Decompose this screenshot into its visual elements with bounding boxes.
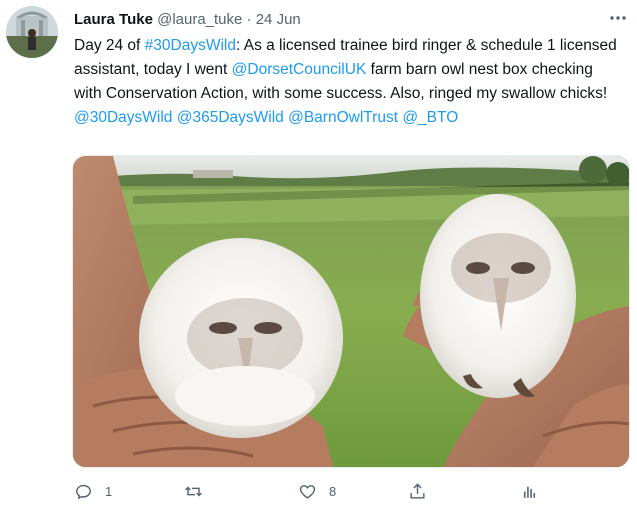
like-button[interactable]: 8 bbox=[298, 474, 336, 508]
tweet-text: Day 24 of #30DaysWild: As a licensed tra… bbox=[74, 34, 622, 130]
more-horizontal-icon[interactable] bbox=[606, 6, 630, 30]
tweet: Laura Tuke @laura_tuke · 24 Jun Day 24 o… bbox=[0, 0, 637, 509]
share-button[interactable] bbox=[408, 474, 427, 508]
tweet-date[interactable]: 24 Jun bbox=[256, 11, 301, 28]
author-handle[interactable]: @laura_tuke bbox=[157, 11, 242, 28]
retweet-icon bbox=[185, 486, 202, 496]
author-avatar[interactable] bbox=[6, 6, 58, 58]
mention-link[interactable]: @BarnOwlTrust bbox=[288, 109, 398, 126]
tweet-body: Day 24 of #30DaysWild: As a licensed tra… bbox=[74, 34, 622, 106]
analytics-button[interactable] bbox=[520, 474, 539, 508]
reply-button[interactable]: 1 bbox=[74, 474, 112, 508]
author-name[interactable]: Laura Tuke bbox=[74, 11, 153, 28]
retweet-button[interactable] bbox=[184, 474, 215, 508]
reply-icon bbox=[76, 484, 91, 499]
tweet-tags-line: @30DaysWild @365DaysWild @BarnOwlTrust @… bbox=[74, 106, 622, 130]
tweet-photo[interactable] bbox=[72, 155, 630, 468]
mention-link[interactable]: @30DaysWild bbox=[74, 109, 172, 126]
analytics-icon bbox=[523, 486, 536, 498]
share-icon bbox=[410, 482, 425, 499]
text-segment: Day 24 of bbox=[74, 37, 145, 54]
mention-link[interactable]: @365DaysWild bbox=[177, 109, 284, 126]
like-count: 8 bbox=[329, 483, 337, 499]
separator-dot: · bbox=[246, 11, 252, 28]
tweet-actions: 1 8 bbox=[0, 474, 637, 508]
hashtag-link[interactable]: #30DaysWild bbox=[145, 37, 236, 54]
heart-icon bbox=[299, 484, 316, 499]
tweet-header: Laura Tuke @laura_tuke · 24 Jun bbox=[74, 10, 301, 30]
mention-link[interactable]: @DorsetCouncilUK bbox=[232, 61, 367, 78]
reply-count: 1 bbox=[105, 483, 113, 499]
mention-link[interactable]: @_BTO bbox=[402, 109, 458, 126]
